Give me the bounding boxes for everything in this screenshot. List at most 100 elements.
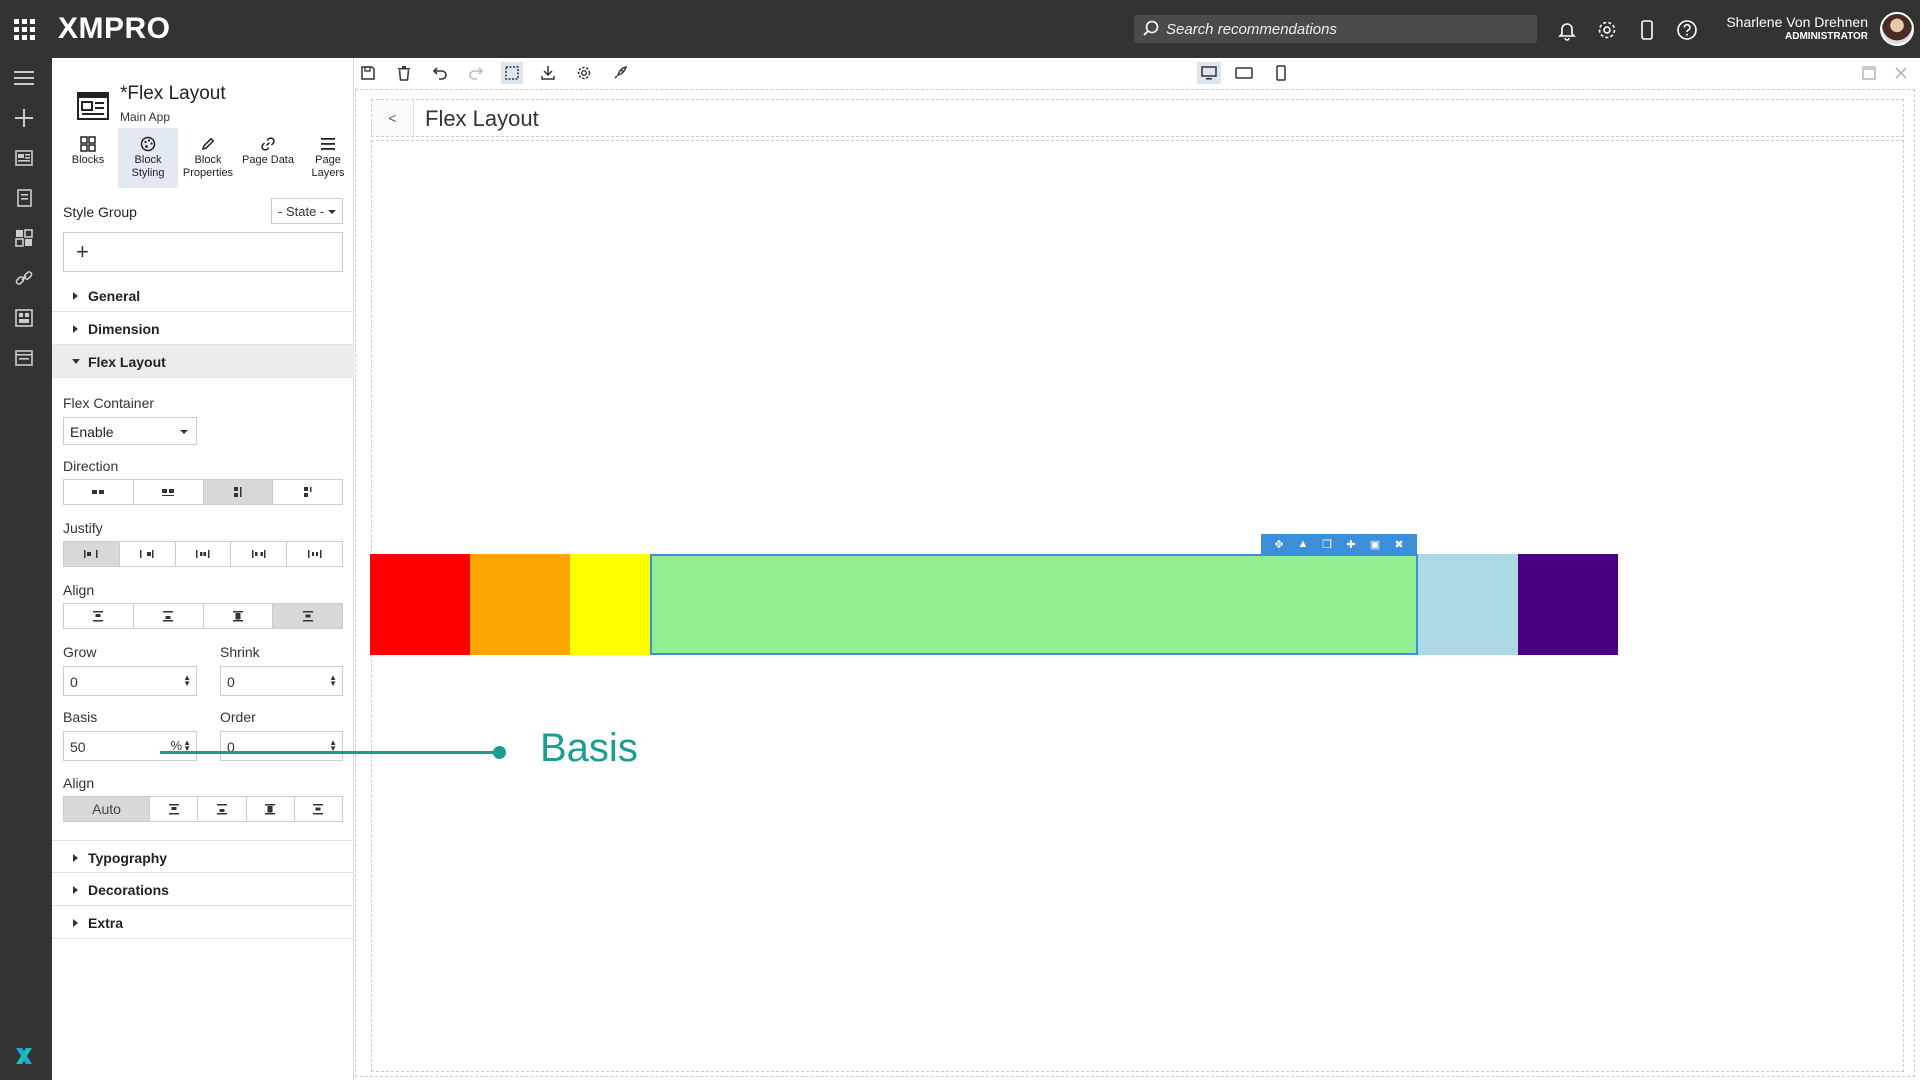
style-group-box[interactable]: + bbox=[63, 232, 343, 272]
mobile-view-icon[interactable] bbox=[1270, 62, 1292, 84]
state-dropdown[interactable]: - State - bbox=[271, 198, 343, 224]
tab-page-layers[interactable]: Page Layers bbox=[298, 128, 358, 188]
order-label: Order bbox=[220, 709, 256, 725]
align-start-button[interactable] bbox=[64, 604, 134, 628]
grow-input[interactable]: 0 ▲ ▼ bbox=[63, 666, 197, 696]
flex-container-label: Flex Container bbox=[63, 395, 155, 411]
back-button[interactable]: < bbox=[372, 100, 414, 136]
section-general[interactable]: General bbox=[52, 279, 354, 312]
user-info[interactable]: Sharlene Von Drehnen ADMINISTRATOR bbox=[1718, 14, 1868, 42]
undo-icon[interactable] bbox=[429, 62, 451, 84]
justify-space-between-button[interactable] bbox=[231, 542, 288, 566]
recommendations-icon[interactable] bbox=[12, 306, 36, 330]
align-self-auto-button[interactable]: Auto bbox=[64, 797, 151, 821]
search-input[interactable] bbox=[1166, 20, 1526, 38]
data-stream-icon[interactable] bbox=[12, 186, 36, 210]
flex-container-select[interactable]: Enable bbox=[63, 417, 197, 445]
justify-end-button[interactable] bbox=[120, 542, 176, 566]
flex-item-light-blue[interactable] bbox=[1418, 554, 1518, 655]
direction-row-reverse-button[interactable] bbox=[134, 480, 204, 504]
align-end-button[interactable] bbox=[134, 604, 204, 628]
section-decorations[interactable]: Decorations bbox=[52, 873, 354, 906]
user-name: Sharlene Von Drehnen bbox=[1726, 14, 1868, 30]
trash-icon[interactable]: ✖ bbox=[1391, 538, 1407, 551]
callout-line bbox=[160, 751, 500, 754]
row-reverse-icon bbox=[162, 489, 175, 496]
section-typography[interactable]: Typography bbox=[52, 840, 354, 873]
desktop-view-icon[interactable] bbox=[1197, 62, 1221, 84]
justify-start-button[interactable] bbox=[64, 542, 120, 566]
arrow-up-icon[interactable]: ▲ bbox=[1295, 538, 1311, 550]
plus-icon[interactable]: ✚ bbox=[1343, 538, 1359, 551]
trash-icon[interactable] bbox=[393, 62, 415, 84]
page-header-block[interactable]: < Flex Layout bbox=[371, 99, 1904, 137]
stepper-icon[interactable]: ▲ ▼ bbox=[183, 674, 191, 688]
caret-right-icon bbox=[73, 325, 78, 333]
align-buttons bbox=[63, 603, 343, 629]
shrink-input[interactable]: 0 ▲ ▼ bbox=[220, 666, 343, 696]
app-launcher-icon[interactable] bbox=[12, 17, 36, 41]
justify-space-around-button[interactable] bbox=[287, 542, 342, 566]
tablet-view-icon[interactable] bbox=[1233, 62, 1255, 84]
plus-icon[interactable] bbox=[12, 106, 36, 130]
section-flex-layout[interactable]: Flex Layout bbox=[52, 345, 354, 378]
section-dimension[interactable]: Dimension bbox=[52, 312, 354, 345]
dashboard-icon[interactable] bbox=[12, 226, 36, 250]
align-self-center-button[interactable] bbox=[295, 797, 342, 821]
bell-icon[interactable] bbox=[1554, 17, 1580, 43]
copy-icon[interactable]: ❐ bbox=[1319, 538, 1335, 551]
apps-list-icon[interactable] bbox=[12, 346, 36, 370]
direction-column-reverse-button[interactable] bbox=[273, 480, 342, 504]
flex-item-indigo[interactable] bbox=[1518, 554, 1618, 655]
direction-row-button[interactable] bbox=[64, 480, 134, 504]
flex-item-green-selected[interactable] bbox=[650, 554, 1418, 655]
align-stretch-icon bbox=[232, 611, 243, 622]
basis-input[interactable]: 50% ▲ ▼ bbox=[63, 731, 197, 761]
direction-column-button[interactable] bbox=[203, 480, 274, 504]
save-icon[interactable] bbox=[357, 62, 379, 84]
align-self-start-button[interactable] bbox=[150, 797, 199, 821]
align-stretch-button[interactable] bbox=[204, 604, 274, 628]
side-panel: *Flex Layout Main App Blocks Block Styli… bbox=[52, 58, 354, 1080]
tab-blocks[interactable]: Blocks bbox=[58, 128, 118, 188]
settings-icon[interactable] bbox=[573, 62, 595, 84]
tab-page-data[interactable]: Page Data bbox=[238, 128, 298, 188]
save-block-icon[interactable]: ▣ bbox=[1367, 538, 1383, 551]
justify-center-button[interactable] bbox=[176, 542, 232, 566]
flex-item-red[interactable] bbox=[370, 554, 470, 655]
avatar[interactable] bbox=[1880, 12, 1914, 46]
align-center-button[interactable] bbox=[273, 604, 342, 628]
align-self-end-button[interactable] bbox=[198, 797, 247, 821]
search-bar[interactable] bbox=[1134, 15, 1537, 43]
add-style-group-button[interactable]: + bbox=[76, 239, 89, 265]
tab-block-styling[interactable]: Block Styling bbox=[118, 128, 178, 188]
flex-item-yellow[interactable] bbox=[570, 554, 650, 655]
mobile-icon[interactable] bbox=[1634, 17, 1660, 43]
flex-container-block[interactable] bbox=[370, 554, 1618, 655]
menu-icon[interactable] bbox=[12, 66, 36, 90]
rocket-icon[interactable] bbox=[609, 62, 631, 84]
tab-block-properties[interactable]: Block Properties bbox=[178, 128, 238, 188]
section-extra[interactable]: Extra bbox=[52, 906, 354, 939]
close-icon[interactable] bbox=[1890, 62, 1912, 84]
link-icon[interactable] bbox=[12, 266, 36, 290]
outline-toggle-icon[interactable] bbox=[501, 62, 523, 84]
app-logo: XMPRO bbox=[58, 12, 171, 45]
caret-right-icon bbox=[73, 886, 78, 894]
canvas-page-title: Flex Layout bbox=[425, 106, 539, 131]
page-title: *Flex Layout bbox=[120, 83, 226, 104]
gear-icon[interactable] bbox=[1594, 17, 1620, 43]
redo-icon[interactable] bbox=[465, 62, 487, 84]
link-icon bbox=[261, 137, 275, 151]
caret-right-icon bbox=[73, 292, 78, 300]
align-self-stretch-button[interactable] bbox=[247, 797, 295, 821]
maximize-icon[interactable] bbox=[1858, 62, 1880, 84]
help-icon[interactable] bbox=[1674, 17, 1700, 43]
flex-item-orange[interactable] bbox=[470, 554, 570, 655]
xmpro-brand-icon[interactable] bbox=[12, 1044, 36, 1068]
stepper-icon[interactable]: ▲ ▼ bbox=[329, 674, 337, 688]
download-icon[interactable] bbox=[537, 62, 559, 84]
move-icon[interactable]: ✥ bbox=[1271, 538, 1287, 551]
app-designer-icon[interactable] bbox=[12, 146, 36, 170]
order-input[interactable]: 0 ▲ ▼ bbox=[220, 731, 343, 761]
